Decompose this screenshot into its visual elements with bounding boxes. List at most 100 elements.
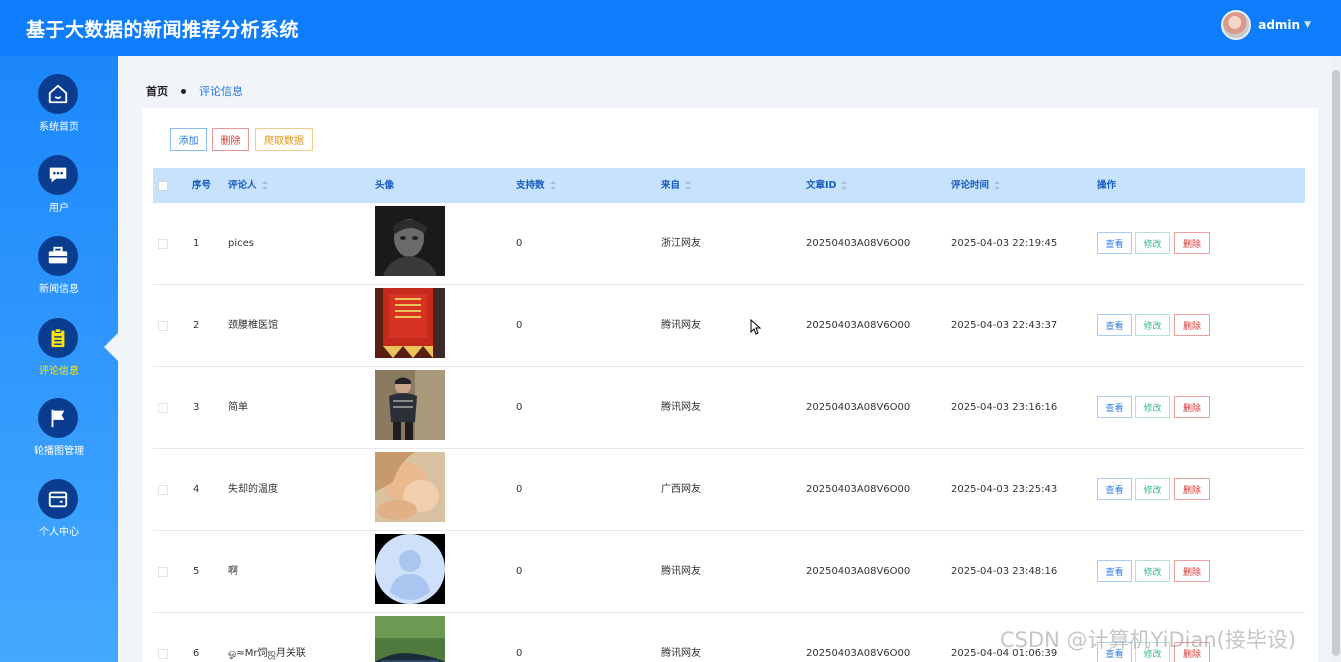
cell-source: 腾讯网友 — [661, 402, 701, 413]
cell-article-id: 20250403A08V6O00 — [806, 566, 911, 577]
sidebar-item-label: 用户 — [49, 203, 69, 214]
add-button[interactable]: 添加 — [170, 128, 207, 151]
cell-source: 腾讯网友 — [661, 648, 701, 659]
row-checkbox[interactable] — [158, 485, 168, 495]
header-actions: 操作 — [1097, 180, 1117, 191]
crawl-data-button[interactable]: 爬取数据 — [255, 128, 313, 151]
chat-icon — [38, 155, 78, 195]
sidebar-item-profile[interactable]: 个人中心 — [0, 479, 118, 559]
user-name[interactable]: admin — [1258, 18, 1300, 32]
sort-icon[interactable] — [549, 181, 557, 190]
header-support-label: 支持数 — [516, 180, 545, 191]
edit-button[interactable]: 修改 — [1135, 560, 1170, 582]
cell-article-id: 20250403A08V6O00 — [806, 320, 911, 331]
cell-index: 1 — [193, 238, 200, 249]
cell-source: 浙江网友 — [661, 238, 701, 249]
header-source[interactable]: 来自 — [661, 168, 692, 203]
cell-source: 腾讯网友 — [661, 320, 701, 331]
sort-icon[interactable] — [994, 181, 1001, 190]
header-avatar: 头像 — [375, 180, 395, 191]
header-commenter[interactable]: 评论人 — [228, 168, 269, 203]
vertical-scrollbar[interactable] — [1331, 56, 1341, 662]
scrollbar-thumb[interactable] — [1332, 70, 1340, 656]
mouse-cursor-icon — [750, 319, 762, 335]
delete-button[interactable]: 删除 — [1174, 314, 1210, 336]
table-row: 2 颈腰椎医馆 0 腾讯网友 20250403A08V6O00 2025-04-… — [153, 285, 1305, 367]
cell-support: 0 — [516, 648, 523, 659]
view-button[interactable]: 查看 — [1097, 314, 1132, 336]
edit-button[interactable]: 修改 — [1135, 396, 1170, 418]
breadcrumb-home[interactable]: 首页 — [146, 83, 168, 99]
cell-index: 4 — [193, 484, 200, 495]
cell-commenter: 失却的温度 — [228, 484, 278, 495]
delete-button[interactable]: 删除 — [1174, 232, 1210, 254]
view-button[interactable]: 查看 — [1097, 232, 1132, 254]
sort-icon[interactable] — [841, 181, 848, 190]
cell-article-id: 20250403A08V6O00 — [806, 648, 911, 659]
delete-button[interactable]: 删除 — [1174, 396, 1210, 418]
sidebar-item-users[interactable]: 用户 — [0, 155, 118, 235]
commenter-avatar-image — [375, 288, 445, 358]
sidebar-item-label: 个人中心 — [39, 527, 79, 538]
cell-time: 2025-04-03 23:16:16 — [951, 402, 1058, 413]
briefcase-icon — [38, 236, 78, 276]
row-checkbox[interactable] — [158, 567, 168, 577]
sort-icon[interactable] — [685, 181, 692, 190]
edit-button[interactable]: 修改 — [1135, 314, 1170, 336]
row-checkbox[interactable] — [158, 239, 168, 249]
cell-time: 2025-04-03 23:48:16 — [951, 566, 1058, 577]
app-title: 基于大数据的新闻推荐分析系统 — [26, 18, 300, 41]
header-time-label: 评论时间 — [951, 180, 990, 191]
sidebar-item-news[interactable]: 新闻信息 — [0, 236, 118, 316]
cell-support: 0 — [516, 484, 523, 495]
wallet-icon — [38, 479, 78, 519]
view-button[interactable]: 查看 — [1097, 478, 1132, 500]
sort-icon[interactable] — [261, 181, 269, 190]
cell-support: 0 — [516, 238, 523, 249]
cell-index: 2 — [193, 320, 200, 331]
cell-source: 广西网友 — [661, 484, 701, 495]
row-checkbox[interactable] — [158, 403, 168, 413]
active-indicator — [104, 333, 118, 361]
sidebar-item-label: 评论信息 — [39, 366, 79, 377]
caret-down-icon[interactable]: ▼ — [1304, 20, 1311, 30]
sidebar-item-comments[interactable]: 评论信息 — [0, 318, 118, 398]
breadcrumb-separator — [181, 88, 186, 94]
user-avatar[interactable] — [1221, 10, 1252, 40]
header-index: 序号 — [192, 180, 212, 191]
sidebar-item-label: 新闻信息 — [39, 284, 79, 295]
header-source-label: 来自 — [661, 180, 681, 191]
row-checkbox[interactable] — [158, 649, 168, 659]
view-button[interactable]: 查看 — [1097, 560, 1132, 582]
cell-support: 0 — [516, 566, 523, 577]
edit-button[interactable]: 修改 — [1135, 478, 1170, 500]
header-support[interactable]: 支持数 — [516, 168, 557, 203]
cell-index: 3 — [193, 402, 200, 413]
cell-support: 0 — [516, 320, 523, 331]
cell-commenter: 简单 — [228, 402, 248, 413]
cell-index: 6 — [193, 648, 200, 659]
cell-commenter: pices — [228, 238, 254, 249]
header-commenter-label: 评论人 — [228, 180, 257, 191]
header-time[interactable]: 评论时间 — [951, 168, 1001, 203]
header-article-id[interactable]: 文章ID — [806, 168, 848, 203]
table-row: 3 简单 0 腾讯网友 20250403A08V6O00 2025-04-03 … — [153, 367, 1305, 449]
sidebar-item-label: 轮播图管理 — [34, 446, 84, 457]
default-avatar-image — [375, 534, 445, 604]
cell-commenter: ஓ≈Mr饲ஜ月关联 — [228, 648, 306, 659]
sidebar-item-carousel[interactable]: 轮播图管理 — [0, 398, 118, 478]
edit-button[interactable]: 修改 — [1135, 232, 1170, 254]
batch-delete-button[interactable]: 删除 — [212, 128, 249, 151]
row-checkbox[interactable] — [158, 321, 168, 331]
table-row: 5 啊 0 腾讯网友 20250403A08V6O00 2025-04-03 2… — [153, 531, 1305, 613]
delete-button[interactable]: 删除 — [1174, 478, 1210, 500]
user-menu[interactable]: admin ▼ — [1221, 10, 1311, 40]
cell-article-id: 20250403A08V6O00 — [806, 238, 911, 249]
delete-button[interactable]: 删除 — [1174, 560, 1210, 582]
table-row: 4 失却的温度 0 广西网友 20250403A08V6O00 2025-04-… — [153, 449, 1305, 531]
clipboard-icon — [38, 318, 78, 358]
sidebar-item-home[interactable]: 系统首页 — [0, 74, 118, 154]
cell-article-id: 20250403A08V6O00 — [806, 402, 911, 413]
select-all-checkbox[interactable] — [158, 181, 168, 191]
view-button[interactable]: 查看 — [1097, 396, 1132, 418]
